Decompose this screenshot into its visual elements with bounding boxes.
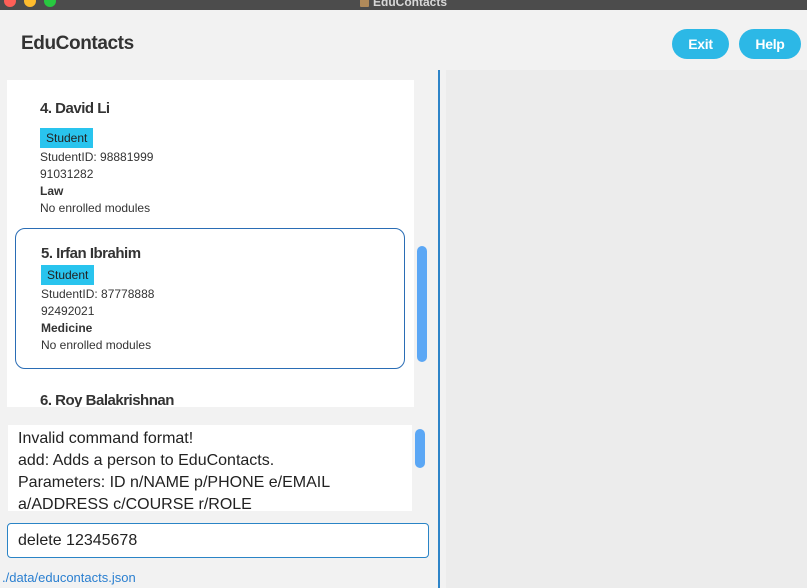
- help-button[interactable]: Help: [739, 29, 801, 59]
- result-scrollbar[interactable]: [415, 429, 425, 468]
- result-line: Invalid command format!: [18, 430, 194, 447]
- course: Law: [40, 184, 64, 198]
- modules: No enrolled modules: [40, 201, 151, 215]
- window-title-text: EduContacts: [372, 0, 447, 9]
- result-line: a/ADDRESS c/COURSE r/ROLE: [18, 496, 252, 511]
- contact-name: 4. David Li: [40, 100, 110, 117]
- role-badge: Student: [41, 265, 95, 285]
- contact-name: 6. Roy Balakrishnan: [40, 392, 174, 407]
- role-badge: Student: [40, 128, 94, 148]
- contact-name: 5. Irfan Ibrahim: [41, 245, 141, 262]
- phone-number: 92492021: [41, 304, 95, 318]
- title-bar: EduContacts: [0, 0, 807, 10]
- modules: No enrolled modules: [41, 338, 152, 352]
- split-pane-divider[interactable]: [438, 70, 440, 588]
- detail-pane: [446, 70, 807, 588]
- exit-button[interactable]: Exit: [672, 29, 729, 59]
- contact-list[interactable]: 4. David Li Student StudentID: 98881999 …: [7, 80, 414, 407]
- command-input[interactable]: [7, 523, 429, 558]
- result-line: Parameters: ID n/NAME p/PHONE e/EMAIL: [18, 474, 331, 491]
- result-display: Invalid command format! add: Adds a pers…: [8, 425, 412, 511]
- app-icon: [359, 0, 369, 7]
- save-file-path: ./data/educontacts.json: [2, 570, 136, 585]
- phone-number: 91031282: [40, 167, 94, 181]
- contact-card-selected[interactable]: 5. Irfan Ibrahim Student StudentID: 8777…: [15, 228, 405, 369]
- student-id: StudentID: 98881999: [40, 150, 154, 164]
- window-title: EduContacts: [0, 0, 807, 8]
- course: Medicine: [41, 321, 93, 335]
- contact-list-scrollbar[interactable]: [417, 246, 427, 362]
- contact-card[interactable]: 4. David Li Student StudentID: 98881999 …: [15, 90, 405, 222]
- contact-card[interactable]: 6. Roy Balakrishnan: [15, 380, 405, 407]
- student-id: StudentID: 87778888: [41, 287, 155, 301]
- app-name: EduContacts: [21, 33, 134, 54]
- result-line: add: Adds a person to EduContacts.: [18, 452, 275, 469]
